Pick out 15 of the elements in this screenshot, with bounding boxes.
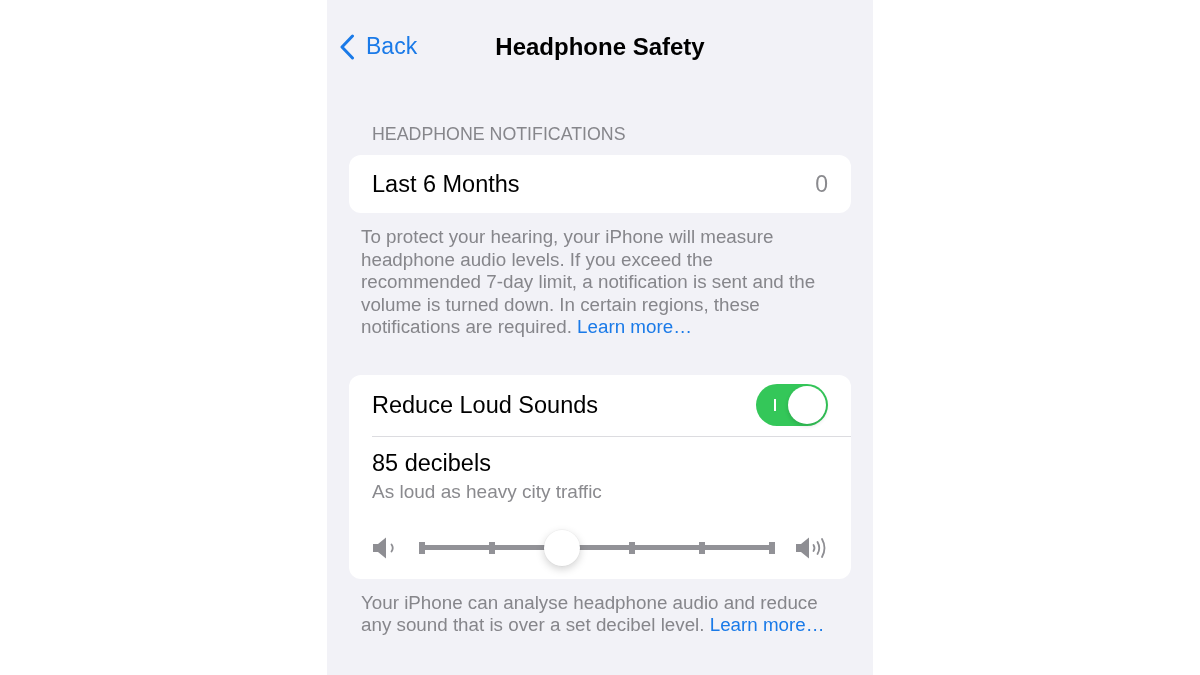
row-label: Last 6 Months xyxy=(372,170,520,198)
footer-text: To protect your hearing, your iPhone will measure headphone audio levels. If you exceed the recommended 7-day limit, a notification is sent and the volume is turned down. In certain regions, these notifications are required. Learn more… xyxy=(361,226,817,339)
volume-high-icon xyxy=(795,535,828,560)
back-chevron-icon xyxy=(339,33,355,60)
toggle-label: Reduce Loud Sounds xyxy=(372,391,599,419)
level-description: As loud as heavy city traffic xyxy=(372,480,603,503)
footer-text: Your iPhone can analyse headphone audio and reduce any sound that is over a set decibel level. Learn more… xyxy=(361,591,826,637)
page-title: Headphone Safety xyxy=(495,32,705,61)
toggle-switch[interactable] xyxy=(756,384,828,426)
section-header: HEADPHONE NOTIFICATIONS xyxy=(372,124,626,144)
back-button[interactable]: Back xyxy=(339,33,418,60)
learn-more-link[interactable]: Learn more… xyxy=(577,316,692,337)
decibel-level: 85 decibels xyxy=(372,448,492,477)
learn-more-link[interactable]: Learn more… xyxy=(709,614,825,635)
row-value: 0 xyxy=(815,170,828,198)
